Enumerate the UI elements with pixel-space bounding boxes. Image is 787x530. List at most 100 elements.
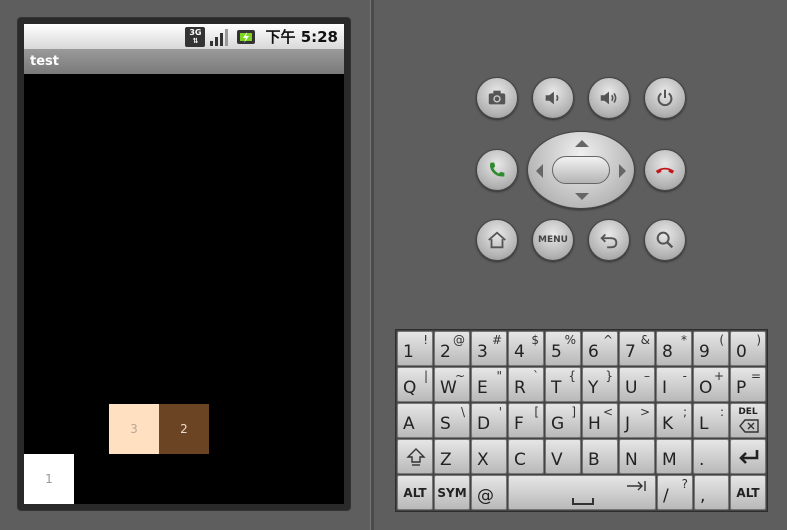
key-alt: ; xyxy=(682,405,687,419)
key-period[interactable]: . xyxy=(693,439,729,474)
key-0[interactable]: 0) xyxy=(730,331,766,366)
key-n[interactable]: N xyxy=(619,439,655,474)
key-enter[interactable] xyxy=(730,439,766,474)
key-comma[interactable]: , xyxy=(694,475,729,510)
end-call-button[interactable] xyxy=(644,149,686,191)
clock-prefix: 下午 xyxy=(265,28,296,46)
key-main: C xyxy=(514,450,526,470)
key-main: P xyxy=(736,378,747,398)
key-9[interactable]: 9( xyxy=(693,331,729,366)
key-8[interactable]: 8 * xyxy=(656,331,692,366)
key-6[interactable]: 6 ^ xyxy=(582,331,618,366)
key-sym[interactable]: SYM xyxy=(434,475,470,510)
sym-label: SYM xyxy=(437,485,467,500)
key-u[interactable]: U – xyxy=(619,367,655,402)
key-d[interactable]: D ' xyxy=(471,403,507,438)
tile-1[interactable]: 1 xyxy=(24,454,74,504)
tile-label: 1 xyxy=(45,472,53,486)
dpad-center-button[interactable] xyxy=(552,156,610,184)
space-icon xyxy=(572,498,594,505)
dpad-left-icon[interactable] xyxy=(536,164,543,178)
key-e[interactable]: E " xyxy=(471,367,507,402)
key-main: 0 xyxy=(736,342,747,362)
key-alt: - xyxy=(682,369,687,383)
tile-2[interactable]: 2 xyxy=(159,404,209,454)
key-at[interactable]: @ xyxy=(471,475,507,510)
key-space[interactable] xyxy=(508,475,656,510)
key-p[interactable]: P = xyxy=(730,367,766,402)
key-main: H xyxy=(588,414,601,434)
key-del[interactable]: DEL xyxy=(730,403,766,438)
key-q[interactable]: Q | xyxy=(397,367,433,402)
key-alt: & xyxy=(640,333,650,347)
key-a[interactable]: A xyxy=(397,403,433,438)
clock: 下午 5:28 xyxy=(265,26,338,47)
key-m[interactable]: M xyxy=(656,439,692,474)
network-label: 3G xyxy=(189,27,202,37)
dpad[interactable] xyxy=(527,131,635,209)
clock-time: 5:28 xyxy=(300,28,338,46)
key-4[interactable]: 4 $ xyxy=(508,331,544,366)
key-alt: % xyxy=(564,333,576,347)
key-b[interactable]: B xyxy=(582,439,618,474)
shift-icon xyxy=(406,448,426,466)
key-o[interactable]: O + xyxy=(693,367,729,402)
key-alt: : xyxy=(719,405,724,419)
camera-button[interactable] xyxy=(476,77,518,119)
key-main: 6 xyxy=(588,342,599,362)
app-title-bar: test xyxy=(24,49,344,74)
key-main: 4 xyxy=(514,342,525,362)
tile-label: 2 xyxy=(180,422,188,436)
key-h[interactable]: H < xyxy=(582,403,618,438)
search-button[interactable] xyxy=(644,219,686,261)
key-w[interactable]: W ~ xyxy=(434,367,470,402)
key-c[interactable]: C xyxy=(508,439,544,474)
del-label: DEL xyxy=(738,407,758,417)
volume-up-button[interactable] xyxy=(588,77,630,119)
key-y[interactable]: Y} xyxy=(582,367,618,402)
key-alt: ` xyxy=(533,369,539,383)
key-main: Y xyxy=(588,378,599,398)
menu-button[interactable]: MENU xyxy=(532,219,574,261)
back-button[interactable] xyxy=(588,219,630,261)
key-alt: { xyxy=(568,369,576,383)
key-l[interactable]: L: xyxy=(693,403,729,438)
key-s[interactable]: S \ xyxy=(434,403,470,438)
key-7[interactable]: 7 & xyxy=(619,331,655,366)
key-main: T xyxy=(551,378,562,398)
call-icon xyxy=(489,162,505,177)
key-3[interactable]: 3 # xyxy=(471,331,507,366)
dpad-down-icon[interactable] xyxy=(575,193,589,200)
key-i[interactable]: I- xyxy=(656,367,692,402)
key-j[interactable]: J > xyxy=(619,403,655,438)
key-f[interactable]: F[ xyxy=(508,403,544,438)
key-slash[interactable]: /? xyxy=(657,475,693,510)
key-r[interactable]: R ` xyxy=(508,367,544,402)
key-alt-left[interactable]: ALT xyxy=(397,475,433,510)
key-alt: " xyxy=(496,369,502,383)
key-main: X xyxy=(477,450,489,470)
key-x[interactable]: X xyxy=(471,439,507,474)
dpad-up-icon[interactable] xyxy=(575,140,589,147)
key-main: V xyxy=(551,450,563,470)
key-g[interactable]: G] xyxy=(545,403,581,438)
tile-3[interactable]: 3 xyxy=(109,404,159,454)
battery-charging-icon xyxy=(235,27,257,47)
key-main: 8 xyxy=(662,342,673,362)
power-button[interactable] xyxy=(644,77,686,119)
key-t[interactable]: T{ xyxy=(545,367,581,402)
key-alt: ) xyxy=(756,333,761,347)
key-shift[interactable] xyxy=(397,439,433,474)
dpad-right-icon[interactable] xyxy=(619,164,626,178)
call-button[interactable] xyxy=(476,149,518,191)
key-z[interactable]: Z xyxy=(434,439,470,474)
key-v[interactable]: V xyxy=(545,439,581,474)
backspace-icon xyxy=(739,419,759,433)
key-5[interactable]: 5% xyxy=(545,331,581,366)
key-2[interactable]: 2 @ xyxy=(434,331,470,366)
key-k[interactable]: K; xyxy=(656,403,692,438)
key-1[interactable]: 1! xyxy=(397,331,433,366)
key-alt-right[interactable]: ALT xyxy=(730,475,766,510)
volume-down-button[interactable] xyxy=(532,77,574,119)
home-button[interactable] xyxy=(476,219,518,261)
